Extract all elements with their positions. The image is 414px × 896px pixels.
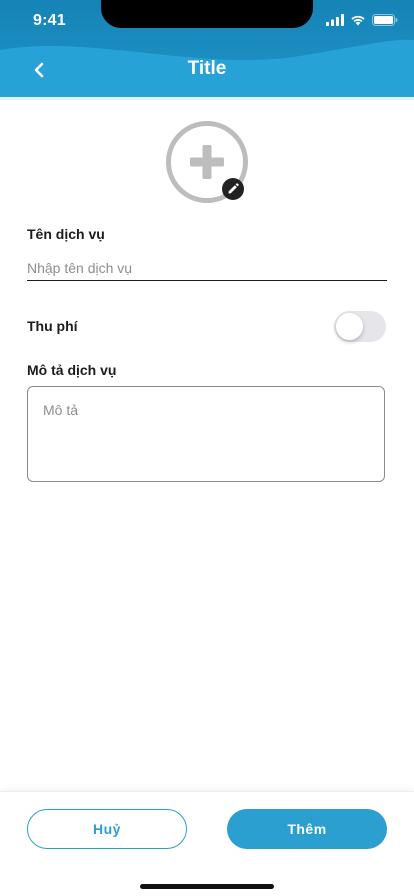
pencil-icon: [228, 183, 239, 194]
battery-icon: [372, 14, 398, 26]
wifi-icon: [350, 14, 366, 26]
service-name-label: Tên dịch vụ: [27, 226, 105, 242]
home-indicator: [140, 884, 274, 889]
footer-actions: Huỷ Thêm: [0, 791, 414, 896]
fee-toggle[interactable]: [334, 311, 386, 342]
device-notch: [101, 0, 313, 28]
page-title: Title: [187, 58, 227, 79]
signal-icon: [326, 14, 344, 26]
fee-toggle-knob: [336, 313, 363, 340]
status-icons: [326, 14, 398, 26]
description-label: Mô tả dịch vụ: [27, 362, 117, 378]
description-textarea[interactable]: [27, 386, 385, 482]
edit-image-button[interactable]: [222, 178, 244, 200]
status-time: 9:41: [33, 12, 66, 29]
service-name-input[interactable]: [27, 256, 387, 281]
screen: 9:41 Title Tên dịch vụ Nhập tên dịch vụ …: [0, 0, 414, 896]
service-image-picker[interactable]: [166, 121, 248, 203]
add-button[interactable]: Thêm: [227, 809, 387, 849]
header: 9:41 Title: [0, 0, 414, 100]
fee-label: Thu phí: [27, 318, 78, 334]
cancel-button[interactable]: Huỷ: [27, 809, 187, 849]
